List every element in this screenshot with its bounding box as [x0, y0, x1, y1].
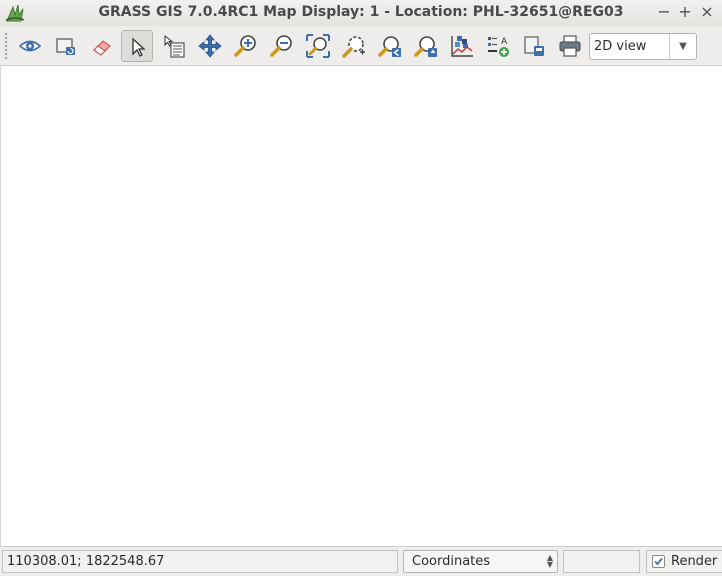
statusbar-extra-field: [563, 550, 640, 573]
svg-text:A: A: [501, 37, 508, 47]
spinner-arrows-icon[interactable]: ▲ ▼: [547, 554, 553, 569]
statusbar-mode-select[interactable]: Coordinates ▲ ▼: [403, 550, 558, 573]
render-map-button[interactable]: [50, 30, 82, 62]
zoom-back-button[interactable]: [374, 30, 406, 62]
overlay-icon: A: [488, 37, 509, 57]
render-map-icon: [56, 38, 75, 55]
save-image-icon: [524, 36, 544, 56]
status-bar: 110308.01; 1822548.67 Coordinates ▲ ▼ Ren…: [0, 546, 722, 576]
query-button[interactable]: [158, 30, 190, 62]
erase-display-button[interactable]: [86, 30, 118, 62]
render-checkbox[interactable]: [652, 555, 665, 568]
map-toolbar: A 2D view ▼: [0, 26, 722, 66]
render-label: Render: [671, 554, 718, 569]
pan-button[interactable]: [194, 30, 226, 62]
analyze-button[interactable]: [446, 30, 478, 62]
render-toggle[interactable]: Render: [646, 550, 722, 573]
erase-display-icon: [93, 40, 111, 56]
title-bar: GRASS GIS 7.0.4RC1 Map Display: 1 - Loca…: [0, 0, 722, 26]
zoom-extent-icon: [306, 34, 330, 58]
print-button[interactable]: [554, 30, 586, 62]
zoom-back-icon: [378, 36, 401, 57]
toolbar-grip[interactable]: [4, 32, 8, 60]
pan-icon: [198, 34, 222, 58]
zoom-region-button[interactable]: [338, 30, 370, 62]
window-title: GRASS GIS 7.0.4RC1 Map Display: 1 - Loca…: [98, 4, 624, 20]
zoom-extent-button[interactable]: [302, 30, 334, 62]
checkmark-icon: [654, 557, 663, 566]
minimize-button[interactable]: −: [655, 2, 673, 22]
zoom-options-button[interactable]: [410, 30, 442, 62]
zoom-region-icon: [342, 36, 365, 58]
pointer-button[interactable]: [121, 30, 153, 62]
maximize-button[interactable]: +: [676, 2, 694, 22]
view-mode-select[interactable]: 2D view ▼: [589, 33, 697, 60]
zoom-out-icon: [270, 35, 292, 57]
display-map-button[interactable]: [14, 30, 46, 62]
save-image-button[interactable]: [518, 30, 550, 62]
statusbar-mode-value: Coordinates: [412, 554, 491, 569]
zoom-in-button[interactable]: [230, 30, 262, 62]
zoom-out-button[interactable]: [266, 30, 298, 62]
coordinates-readout: 110308.01; 1822548.67: [2, 550, 398, 573]
display-map-icon: [18, 40, 42, 52]
pointer-icon: [132, 37, 146, 57]
map-canvas[interactable]: [0, 66, 722, 546]
overlay-button[interactable]: A: [482, 30, 514, 62]
close-button[interactable]: ×: [698, 2, 716, 22]
query-icon: [164, 34, 185, 58]
zoom-in-icon: [234, 35, 256, 57]
view-mode-value: 2D view: [594, 39, 647, 54]
print-icon: [559, 35, 581, 57]
analyze-icon: [451, 36, 473, 57]
chevron-down-icon[interactable]: ▼: [669, 34, 696, 59]
zoom-options-icon: [414, 36, 437, 57]
